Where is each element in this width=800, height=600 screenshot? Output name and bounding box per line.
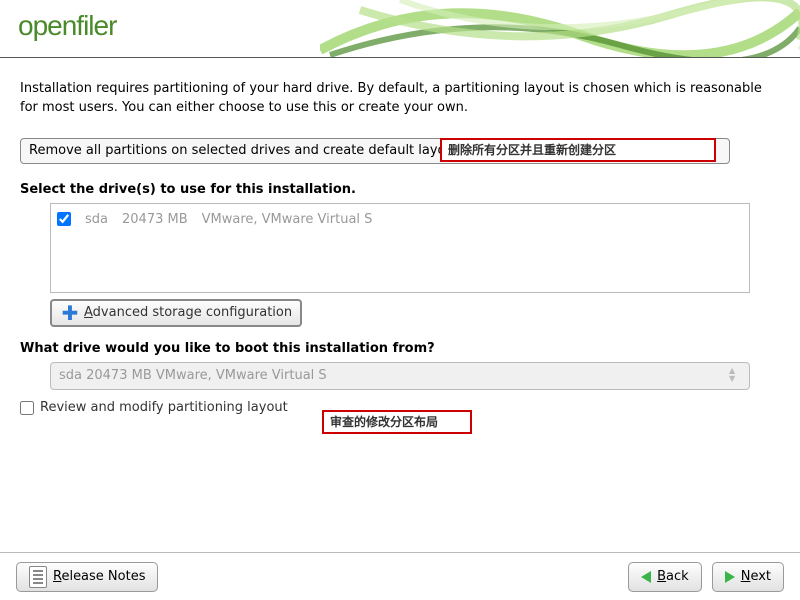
boot-drive-select[interactable]: sda 20473 MB VMware, VMware Virtual S ▲▼ <box>50 362 750 390</box>
spinner-icon: ▲▼ <box>729 365 745 385</box>
arrow-left-icon <box>641 571 651 583</box>
header: openfiler <box>0 0 800 58</box>
main-content: Installation requires partitioning of yo… <box>0 58 800 415</box>
back-button[interactable]: Back <box>628 562 702 592</box>
next-button[interactable]: Next <box>712 562 784 592</box>
logo: openfiler <box>18 10 116 42</box>
review-checkbox[interactable] <box>20 401 34 415</box>
drive-checkbox[interactable] <box>57 212 71 226</box>
annotation-review: 审查的修改分区布局 <box>322 410 472 434</box>
drive-desc: VMware, VMware Virtual S <box>202 212 373 227</box>
release-notes-button[interactable]: Release Notes <box>16 562 158 592</box>
drives-label: Select the drive(s) to use for this inst… <box>20 182 780 197</box>
drive-size: 20473 MB <box>122 212 188 227</box>
boot-label: What drive would you like to boot this i… <box>20 341 780 356</box>
footer-bar: Release Notes Back Next <box>0 552 800 600</box>
partition-layout-row: Remove all partitions on selected drives… <box>20 138 780 164</box>
annotation-layout: 删除所有分区并且重新创建分区 <box>440 138 716 162</box>
review-row: Review and modify partitioning layout 审查… <box>20 400 780 415</box>
partition-layout-value: Remove all partitions on selected drives… <box>21 143 467 158</box>
review-label: Review and modify partitioning layout <box>40 400 288 415</box>
document-icon <box>29 566 47 588</box>
drive-list: sda 20473 MB VMware, VMware Virtual S <box>50 203 750 293</box>
plus-icon: ✚ <box>60 303 80 323</box>
boot-drive-value: sda 20473 MB VMware, VMware Virtual S <box>59 368 327 383</box>
drive-row[interactable]: sda 20473 MB VMware, VMware Virtual S <box>57 212 743 227</box>
advanced-storage-button[interactable]: ✚ Advanced storage configuration <box>50 299 302 327</box>
drive-name: sda <box>85 212 108 227</box>
arrow-right-icon <box>725 571 735 583</box>
intro-text: Installation requires partitioning of yo… <box>20 80 780 118</box>
header-swirl-decoration <box>320 0 800 58</box>
